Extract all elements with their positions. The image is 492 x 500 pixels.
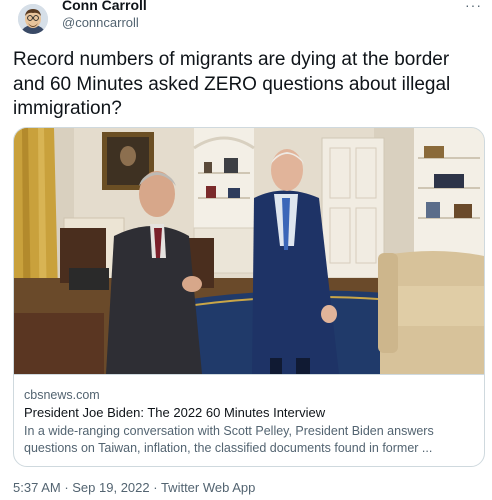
- author-handle[interactable]: @conncarroll: [62, 15, 139, 31]
- card-domain: cbsnews.com: [24, 388, 100, 402]
- meta-separator: ·: [60, 480, 73, 495]
- link-preview-card[interactable]: cbsnews.com President Joe Biden: The 202…: [13, 127, 485, 467]
- card-title[interactable]: President Joe Biden: The 2022 60 Minutes…: [24, 405, 325, 421]
- card-description: In a wide-ranging conversation with Scot…: [24, 424, 434, 455]
- tweet-source[interactable]: Twitter Web App: [161, 480, 255, 495]
- cartoon-avatar-icon[interactable]: [18, 4, 48, 34]
- tweet-date[interactable]: Sep 19, 2022: [72, 480, 149, 495]
- tweet-header: Conn Carroll @conncarroll ···: [0, 0, 492, 40]
- tweet-meta: 5:37 AM · Sep 19, 2022 · Twitter Web App: [13, 480, 255, 496]
- more-options-icon[interactable]: ···: [465, 0, 482, 12]
- author-display-name[interactable]: Conn Carroll: [62, 0, 147, 14]
- tweet-text: Record numbers of migrants are dying at …: [13, 49, 451, 119]
- tweet-time[interactable]: 5:37 AM: [13, 480, 61, 495]
- meta-separator-2: ·: [149, 480, 161, 495]
- card-photo: [14, 128, 484, 374]
- card-text-area[interactable]: cbsnews.com President Joe Biden: The 202…: [14, 374, 484, 466]
